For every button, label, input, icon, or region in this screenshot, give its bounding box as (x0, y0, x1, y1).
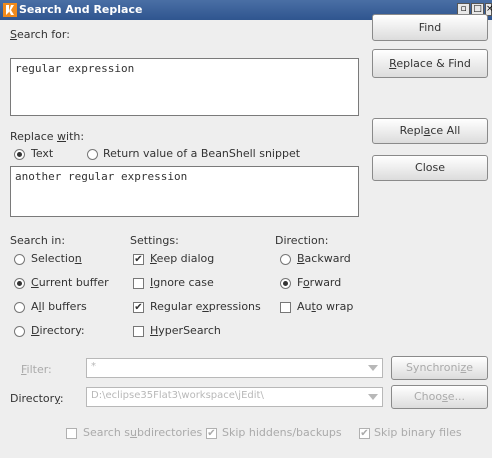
all-buffers-radio[interactable] (14, 302, 25, 313)
synchronize-button[interactable]: Synchronize (391, 356, 488, 380)
regular-expressions-checkbox[interactable]: ✔ (133, 302, 144, 313)
replace-input[interactable]: another regular expression (10, 166, 359, 217)
search-input[interactable]: regular expression (10, 58, 359, 116)
jedit-logo-icon (3, 3, 17, 17)
restore-icon: ▫ (460, 4, 467, 14)
replace-all-button[interactable]: Replace All (372, 118, 488, 144)
hypersearch-label: HyperSearch (150, 324, 221, 337)
auto-wrap-label: Auto wrap (297, 300, 354, 313)
filter-value: * (91, 361, 96, 372)
chevron-down-icon (368, 365, 378, 371)
search-subdirectories-label: Search subdirectories (83, 426, 203, 439)
replace-with-label: Replace with: (10, 130, 85, 143)
close-icon: × (486, 4, 492, 14)
text-mode-label: Text (31, 147, 54, 160)
close-button[interactable]: Close (372, 155, 488, 181)
backward-label: Backward (297, 252, 351, 265)
ignore-case-label: Ignore case (150, 276, 214, 289)
window-title: Search And Replace (19, 3, 143, 16)
directory-radio[interactable] (14, 326, 25, 337)
directory-combo[interactable]: D:\eclipse35Flat3\workspace\jEdit\ (86, 387, 383, 407)
all-buffers-label: All buffers (31, 300, 87, 313)
ignore-case-checkbox[interactable] (133, 278, 144, 289)
search-subdirectories-checkbox[interactable] (66, 428, 77, 439)
skip-hiddens-label: Skip hiddens/backups (222, 426, 342, 439)
settings-heading: Settings: (130, 234, 179, 247)
selection-label: Selection (31, 252, 82, 265)
filter-label: Filter: (21, 363, 52, 376)
maximize-icon: □ (473, 4, 482, 14)
beanshell-mode-radio[interactable] (87, 149, 98, 160)
search-replace-dialog: Search And Replace ▫ □ × Search for: reg… (0, 0, 492, 458)
chevron-down-icon (368, 394, 378, 400)
search-in-heading: Search in: (10, 234, 66, 247)
text-mode-radio[interactable] (14, 149, 25, 160)
forward-label: Forward (297, 276, 342, 289)
current-buffer-radio[interactable] (14, 278, 25, 289)
choose-button[interactable]: Choose... (391, 385, 488, 409)
keep-dialog-checkbox[interactable]: ✔ (133, 254, 144, 265)
auto-wrap-checkbox[interactable] (280, 302, 291, 313)
replace-and-find-button[interactable]: Replace & Find (372, 49, 488, 78)
backward-radio[interactable] (280, 254, 291, 265)
selection-radio[interactable] (14, 254, 25, 265)
directory-mode-label: Directory: (31, 324, 85, 337)
forward-radio[interactable] (280, 278, 291, 289)
keep-dialog-label: Keep dialog (150, 252, 215, 265)
directory-value: D:\eclipse35Flat3\workspace\jEdit\ (91, 390, 264, 401)
search-for-label: Search for: (10, 28, 70, 41)
skip-binary-label: Skip binary files (374, 426, 462, 439)
find-button[interactable]: Find (372, 14, 488, 41)
hypersearch-checkbox[interactable] (133, 326, 144, 337)
directory-label: Directory: (10, 392, 64, 405)
direction-heading: Direction: (275, 234, 329, 247)
skip-hiddens-checkbox[interactable]: ✔ (206, 428, 217, 439)
skip-binary-checkbox[interactable]: ✔ (359, 428, 370, 439)
beanshell-mode-label: Return value of a BeanShell snippet (103, 147, 301, 160)
regular-expressions-label: Regular expressions (150, 300, 261, 313)
filter-combo[interactable]: * (86, 358, 383, 378)
current-buffer-label: Current buffer (31, 276, 109, 289)
